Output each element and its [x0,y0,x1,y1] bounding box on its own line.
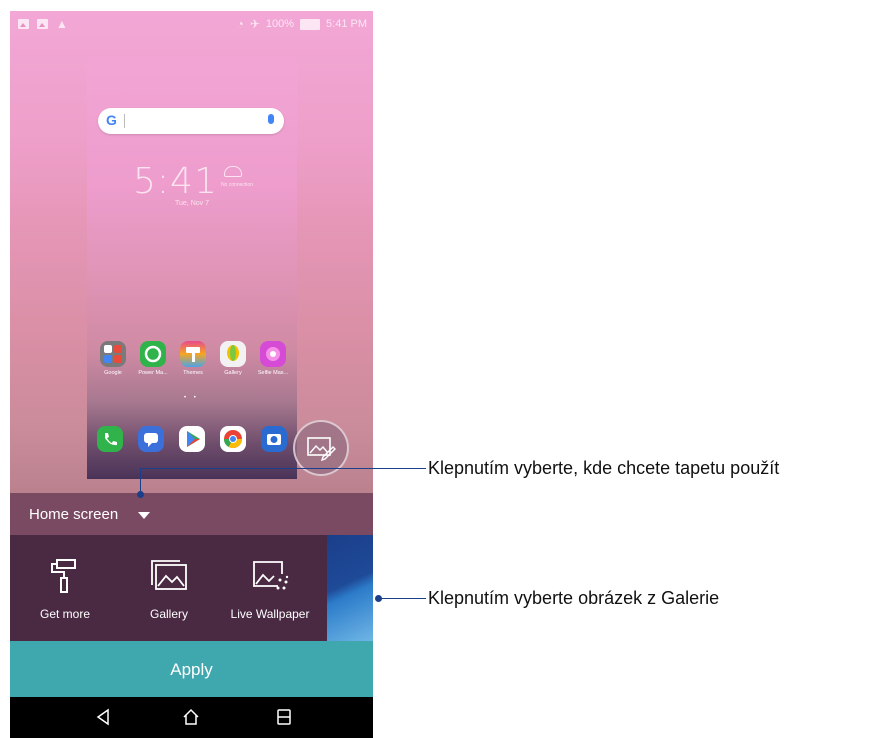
callout-from-gallery: Klepnutím vyberte obrázek z Galerie [428,588,720,608]
get-more-label: Get more [39,607,90,621]
get-more-button[interactable]: Get more [10,535,120,641]
mic-icon [268,114,274,124]
themes-icon [180,341,206,367]
callout-dot [137,491,144,498]
app-themes: Themes [175,341,211,376]
app-power-master: Power Ma... [135,341,171,376]
apply-label: Apply [170,660,213,679]
status-bar: ▲ ◔ ✈ 100% 5:41 PM [10,11,373,39]
live-wallpaper-button[interactable]: Live Wallpaper [215,535,325,641]
clock-widget-time: 5:41 [133,161,218,202]
chrome-icon [220,426,246,452]
airplane-icon: ✈ [249,17,260,31]
gallery-button[interactable]: Gallery [114,535,224,641]
callout-line [140,468,141,492]
app-row: Google Power Ma... Themes Gallery Selfie… [95,341,291,376]
live-wallpaper-icon [253,561,289,590]
apply-button[interactable]: Apply [10,641,373,697]
weather-status: No connection [221,182,253,188]
home-screen-selector[interactable]: Home screen [10,493,373,535]
wallpaper-source-picker: Get more Gallery Live Wallpaper [10,535,373,641]
selfie-master-icon [260,341,286,367]
cloud-icon [224,166,242,177]
messages-icon [138,426,164,452]
app-label: Gallery [224,370,242,376]
alarm-icon: ◔ [236,17,244,31]
google-folder-icon [100,341,126,367]
play-store-icon [179,426,205,452]
battery-icon [300,18,321,30]
app-label: Selfie Mas... [257,370,289,376]
phone-screen: ▲ ◔ ✈ 100% 5:41 PM G 5:41 Tue, Nov 7 No … [10,11,373,738]
home-icon[interactable] [182,708,200,726]
dropdown-arrow-icon [138,512,150,519]
live-wallpaper-label: Live Wallpaper [230,607,310,621]
app-label: Google [104,370,122,376]
back-icon[interactable] [95,708,111,726]
app-google: Google [95,341,131,376]
gallery-icon [151,560,187,590]
camera-icon [261,426,287,452]
image-icon [37,19,48,29]
app-label: Power Ma... [138,370,168,376]
gallery-app-icon [220,341,246,367]
app-selfie-master: Selfie Mas... [255,341,291,376]
edit-image-icon [307,437,336,461]
callout-where-to-apply: Klepnutím vyberte, kde chcete tapetu pou… [428,458,780,478]
gallery-label: Gallery [149,607,188,621]
callout-line [140,468,426,469]
paint-roller-icon [51,559,76,593]
battery-percent: 100% [265,18,295,30]
warning-icon: ▲ [56,17,68,31]
app-gallery: Gallery [215,341,251,376]
wallpaper-preview: G 5:41 Tue, Nov 7 No connection Google P… [87,57,297,479]
home-screen-label: Home screen [29,506,119,523]
callout-line [379,598,426,599]
dock [97,426,287,452]
google-search-bar: G [98,108,284,134]
page-indicator: • • [184,395,199,401]
status-time: 5:41 PM [326,18,367,30]
wallpaper-thumbnail[interactable] [327,535,373,641]
google-logo: G [106,112,117,128]
power-master-icon [140,341,166,367]
phone-icon [97,426,123,452]
recent-apps-icon[interactable] [276,708,292,726]
app-label: Themes [183,370,203,376]
navigation-bar [10,697,373,738]
clock-widget-date: Tue, Nov 7 [175,200,209,207]
image-icon [18,19,29,29]
